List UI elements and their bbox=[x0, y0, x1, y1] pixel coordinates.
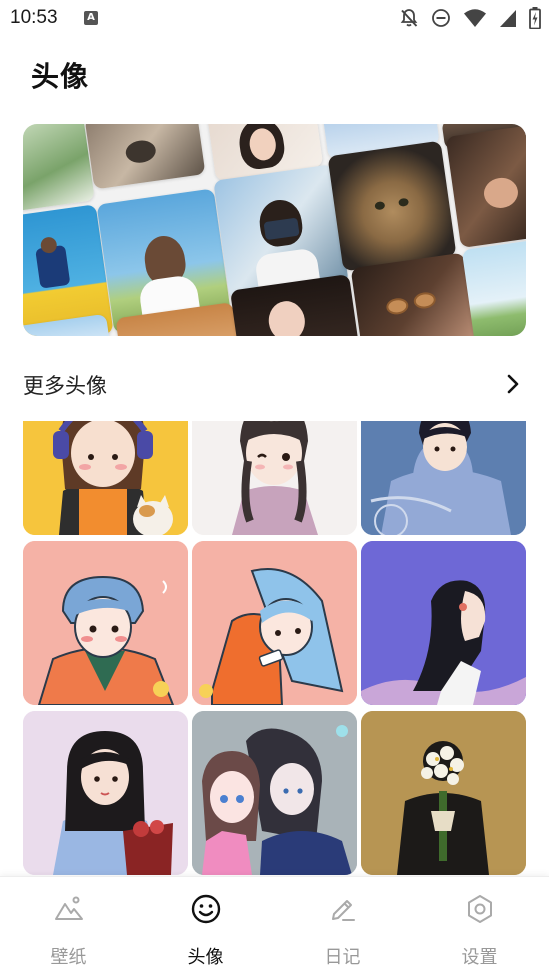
boy-orange-jacket bbox=[23, 541, 188, 705]
nav-label-settings: 设置 bbox=[461, 947, 498, 968]
status-icons bbox=[399, 7, 541, 29]
wifi-icon bbox=[463, 8, 487, 28]
sunglasses-woman-photo bbox=[350, 252, 478, 336]
girl-headphones-cat bbox=[23, 421, 188, 535]
girl-braids-wink bbox=[192, 421, 357, 535]
nav-label-diary: 日记 bbox=[324, 947, 361, 968]
chevron-right-icon[interactable] bbox=[502, 373, 524, 395]
bottom-navigation: 壁纸 头像 日记 设置 bbox=[0, 876, 549, 976]
hat-woman-photo bbox=[445, 124, 526, 248]
notifications-off-icon bbox=[399, 8, 419, 28]
avatar-card[interactable] bbox=[192, 541, 357, 705]
battery-icon bbox=[529, 7, 541, 29]
avatar-card[interactable] bbox=[361, 711, 526, 875]
nav-item-avatar[interactable]: 头像 bbox=[137, 877, 274, 976]
man-flower-bouquet bbox=[361, 711, 526, 875]
cell-signal-icon bbox=[499, 8, 517, 28]
avatar-card[interactable] bbox=[23, 711, 188, 875]
nav-label-wallpaper: 壁纸 bbox=[50, 947, 87, 968]
girl-profile-purple bbox=[361, 541, 526, 705]
cat-photo bbox=[84, 124, 206, 190]
avatar-card[interactable] bbox=[361, 541, 526, 705]
nav-item-wallpaper[interactable]: 壁纸 bbox=[0, 877, 137, 976]
featured-banner[interactable] bbox=[23, 124, 526, 336]
more-avatars-header[interactable]: 更多头像 bbox=[23, 368, 526, 402]
avatar-card[interactable] bbox=[192, 711, 357, 875]
settings-icon bbox=[464, 893, 496, 925]
wallpaper-icon bbox=[53, 893, 85, 925]
fern-photo bbox=[23, 124, 95, 212]
nav-label-avatar: 头像 bbox=[187, 947, 224, 968]
app-notification-icon: A bbox=[84, 11, 98, 25]
avatar-grid[interactable] bbox=[0, 421, 549, 876]
status-bar: 10:53 A bbox=[0, 0, 549, 38]
avatar-card[interactable] bbox=[361, 421, 526, 535]
status-time: 10:53 bbox=[10, 7, 58, 28]
nav-item-diary[interactable]: 日记 bbox=[274, 877, 411, 976]
avatar-card[interactable] bbox=[192, 421, 357, 535]
girl-blue-dress-flowers bbox=[23, 711, 188, 875]
smiley-icon bbox=[190, 893, 222, 925]
more-avatars-title: 更多头像 bbox=[23, 374, 107, 398]
anime-couple bbox=[192, 711, 357, 875]
nav-item-settings[interactable]: 设置 bbox=[411, 877, 548, 976]
tabby-cat-photo bbox=[327, 140, 457, 272]
page-title: 头像 bbox=[31, 60, 90, 93]
avatar-card[interactable] bbox=[23, 421, 188, 535]
hillside-photo bbox=[461, 238, 526, 336]
girl-blue-hair-orange-coat bbox=[192, 541, 357, 705]
do-not-disturb-icon bbox=[431, 8, 451, 28]
boy-blue-hoodie-bike bbox=[361, 421, 526, 535]
pencil-icon bbox=[327, 893, 359, 925]
avatar-card[interactable] bbox=[23, 541, 188, 705]
